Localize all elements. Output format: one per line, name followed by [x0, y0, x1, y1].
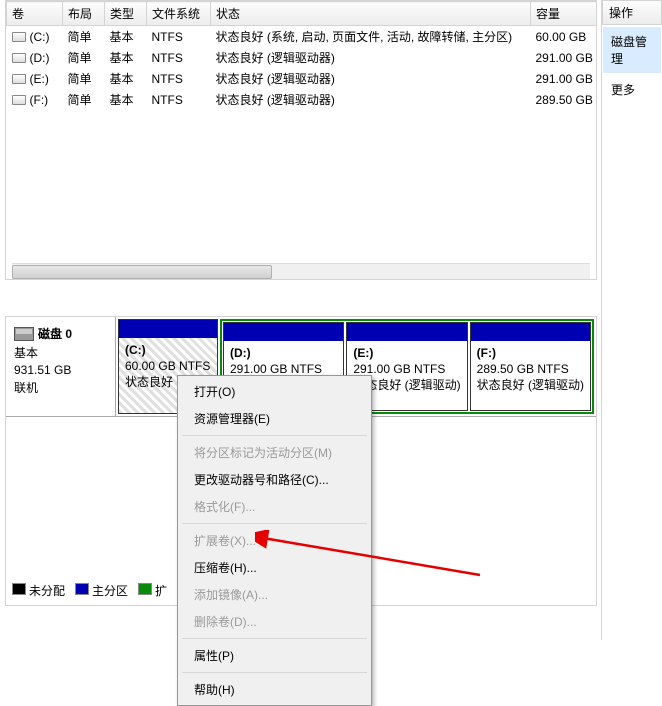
- actions-panel: 操作 磁盘管理 更多: [602, 0, 662, 640]
- volume-table: 卷 布局 类型 文件系统 状态 容量 可用 (C:)简单基本NTFS状态良好 (…: [6, 1, 597, 110]
- menu-shrink[interactable]: 压缩卷(H)...: [180, 554, 369, 581]
- part-status: 状态良好 (逻辑驱动): [477, 377, 584, 393]
- col-type[interactable]: 类型: [105, 2, 147, 26]
- part-size: 289.50 GB NTFS: [477, 361, 584, 377]
- legend-swatch-unallocated: [12, 583, 26, 595]
- drive-icon: [12, 74, 26, 84]
- menu-explorer[interactable]: 资源管理器(E): [180, 405, 369, 432]
- table-row[interactable]: (E:)简单基本NTFS状态良好 (逻辑驱动器)291.00 GB282.4: [7, 68, 598, 89]
- part-letter: (F:): [477, 345, 584, 361]
- legend: 未分配 主分区 扩: [12, 582, 167, 599]
- drive-icon: [12, 95, 26, 105]
- col-capacity[interactable]: 容量: [531, 2, 598, 26]
- legend-swatch-primary: [75, 583, 89, 595]
- context-menu: 打开(O) 资源管理器(E) 将分区标记为活动分区(M) 更改驱动器号和路径(C…: [177, 375, 372, 706]
- actions-title: 操作: [602, 0, 662, 25]
- disk-label-block[interactable]: 磁盘 0 基本 931.51 GB 联机: [6, 317, 116, 416]
- part-letter: (E:): [353, 345, 460, 361]
- menu-separator: [182, 523, 367, 524]
- volume-list: 卷 布局 类型 文件系统 状态 容量 可用 (C:)简单基本NTFS状态良好 (…: [5, 0, 597, 280]
- menu-separator: [182, 672, 367, 673]
- partition-f[interactable]: (F:) 289.50 GB NTFS 状态良好 (逻辑驱动): [470, 322, 591, 411]
- partition-header: [471, 323, 590, 341]
- menu-extend: 扩展卷(X)...: [180, 527, 369, 554]
- menu-properties[interactable]: 属性(P): [180, 642, 369, 669]
- disk-icon: [14, 327, 34, 341]
- partition-header: [119, 320, 217, 338]
- horizontal-scrollbar[interactable]: [12, 263, 590, 279]
- menu-mark-active: 将分区标记为活动分区(M): [180, 439, 369, 466]
- menu-change-path[interactable]: 更改驱动器号和路径(C)...: [180, 466, 369, 493]
- actions-more[interactable]: 更多: [603, 75, 661, 104]
- partition-header: [347, 323, 466, 341]
- menu-help[interactable]: 帮助(H): [180, 676, 369, 703]
- legend-primary: 主分区: [92, 584, 128, 598]
- legend-unallocated: 未分配: [29, 584, 65, 598]
- legend-swatch-extended: [138, 583, 152, 595]
- table-row[interactable]: (D:)简单基本NTFS状态良好 (逻辑驱动器)291.00 GB238.8: [7, 47, 598, 68]
- disk-type: 基本: [14, 344, 107, 361]
- menu-open[interactable]: 打开(O): [180, 378, 369, 405]
- part-letter: (D:): [230, 345, 337, 361]
- menu-format: 格式化(F)...: [180, 493, 369, 520]
- partition-header: [224, 323, 343, 341]
- col-filesystem[interactable]: 文件系统: [147, 2, 211, 26]
- drive-icon: [12, 53, 26, 63]
- actions-disk-management[interactable]: 磁盘管理: [603, 27, 661, 73]
- disk-size: 931.51 GB: [14, 363, 107, 377]
- disk-state: 联机: [14, 379, 107, 396]
- part-letter: (C:): [125, 342, 211, 358]
- menu-separator: [182, 435, 367, 436]
- part-size: 60.00 GB NTFS: [125, 358, 211, 374]
- menu-separator: [182, 638, 367, 639]
- menu-delete: 删除卷(D)...: [180, 608, 369, 635]
- table-row[interactable]: (F:)简单基本NTFS状态良好 (逻辑驱动器)289.50 GB271.1: [7, 89, 598, 110]
- table-row[interactable]: (C:)简单基本NTFS状态良好 (系统, 启动, 页面文件, 活动, 故障转储…: [7, 26, 598, 48]
- table-header-row: 卷 布局 类型 文件系统 状态 容量 可用: [7, 2, 598, 26]
- col-volume[interactable]: 卷: [7, 2, 63, 26]
- disk-title: 磁盘 0: [38, 325, 72, 342]
- drive-icon: [12, 32, 26, 42]
- legend-extended: 扩: [155, 584, 167, 598]
- menu-add-mirror: 添加镜像(A)...: [180, 581, 369, 608]
- scrollbar-thumb[interactable]: [12, 265, 272, 279]
- col-status[interactable]: 状态: [211, 2, 531, 26]
- col-layout[interactable]: 布局: [63, 2, 105, 26]
